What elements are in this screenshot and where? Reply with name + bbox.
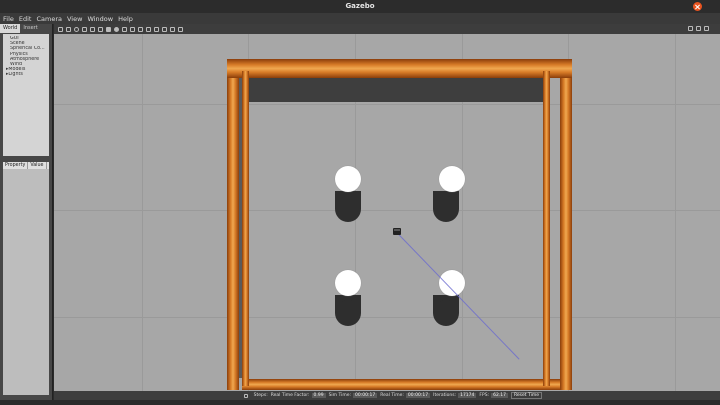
box-shape-icon[interactable] [106, 26, 111, 32]
world-tree: GUI Scene Spherical Co... Physics Atmosp… [3, 34, 49, 156]
wall-left-inner [242, 71, 249, 386]
cylinder-shape-icon[interactable] [122, 26, 127, 32]
window-title: Gazebo [345, 2, 375, 10]
left-tabbar: World Insert [0, 24, 52, 33]
pillar-shadow [335, 196, 361, 222]
toolbar [54, 24, 720, 34]
left-panel: World Insert GUI Scene Spherical Co... P… [0, 24, 53, 405]
wall-top[interactable] [227, 59, 572, 78]
pillar-shadow [433, 300, 459, 326]
tab-world[interactable]: World [0, 24, 21, 33]
property-table[interactable] [3, 169, 49, 395]
grid-line [54, 104, 720, 105]
pillar-shadow [433, 196, 459, 222]
sim-time-label: Sim Time: [328, 393, 352, 398]
tree-item-spherical-coordinates[interactable]: Spherical Co... [6, 46, 46, 51]
rotate-mode-icon[interactable] [74, 26, 79, 32]
fps-label: FPS: [479, 393, 490, 398]
scene-viewport[interactable] [54, 34, 720, 391]
pillar-bottom-left[interactable] [335, 270, 361, 296]
wall-left[interactable] [227, 59, 239, 390]
menu-bar: File Edit Camera View Window Help [0, 13, 720, 24]
copy-icon[interactable] [154, 26, 159, 32]
bottom-strip [0, 400, 720, 405]
robot-model[interactable] [393, 228, 401, 235]
pillar-top-left[interactable] [335, 166, 361, 192]
pillar-bottom-right[interactable] [439, 270, 465, 296]
paste-icon[interactable] [162, 26, 167, 32]
property-table-header: Property Value [3, 162, 49, 169]
wall-shadow [248, 78, 548, 102]
grid-line [54, 317, 720, 318]
tab-insert[interactable]: Insert [20, 24, 40, 33]
wall-right-inner [543, 71, 550, 386]
screenshot-icon[interactable] [688, 26, 693, 31]
iterations-label: Iterations: [433, 393, 457, 398]
pillar-shadow [335, 300, 361, 326]
grid-line [142, 34, 143, 391]
wall-bottom[interactable] [242, 379, 560, 390]
property-column-header[interactable]: Property [3, 162, 29, 169]
menu-edit[interactable]: Edit [19, 15, 32, 23]
undo-icon[interactable] [90, 26, 95, 32]
toolbar-right [688, 26, 712, 31]
menu-window[interactable]: Window [87, 15, 113, 23]
menu-camera[interactable]: Camera [36, 15, 62, 23]
directional-light-icon[interactable] [146, 26, 151, 32]
pillar-top-right[interactable] [439, 166, 465, 192]
record-icon[interactable] [696, 26, 701, 31]
snap-icon[interactable] [178, 26, 183, 32]
grid-line [675, 34, 676, 391]
real-time-factor-value: 0.99 [311, 393, 326, 398]
sim-time-value: 00:00:17 [353, 393, 378, 398]
real-time-value: 00:00:17 [405, 393, 431, 398]
spot-light-icon[interactable] [138, 26, 143, 32]
grid-line [54, 210, 720, 211]
real-time-factor-label: Real Time Factor: [270, 393, 310, 398]
redo-icon[interactable] [98, 26, 103, 32]
point-light-icon[interactable] [130, 26, 135, 32]
align-icon[interactable] [170, 26, 175, 32]
wall-right[interactable] [560, 59, 572, 390]
menu-file[interactable]: File [3, 15, 14, 23]
bottom-bar: Steps: Real Time Factor: 0.99 Sim Time: … [54, 391, 720, 400]
menu-help[interactable]: Help [118, 15, 133, 23]
close-icon[interactable] [693, 2, 702, 11]
title-bar: Gazebo [0, 0, 720, 13]
pause-icon[interactable] [243, 393, 248, 398]
laser-ray [397, 233, 520, 360]
real-time-label: Real Time: [380, 393, 404, 398]
value-column-header[interactable]: Value [28, 162, 47, 169]
menu-view[interactable]: View [67, 15, 82, 23]
select-mode-icon[interactable] [58, 26, 63, 32]
scale-mode-icon[interactable] [82, 26, 87, 32]
plot-icon[interactable] [704, 26, 709, 31]
fps-value: 62.17 [491, 393, 508, 398]
steps-label: Steps: [253, 393, 268, 398]
sphere-shape-icon[interactable] [114, 26, 119, 32]
tree-item-lights[interactable]: Lights [6, 72, 46, 77]
translate-mode-icon[interactable] [66, 26, 71, 32]
iterations-value: 17174 [458, 393, 477, 398]
reset-time-button[interactable]: Reset Time [510, 392, 542, 399]
